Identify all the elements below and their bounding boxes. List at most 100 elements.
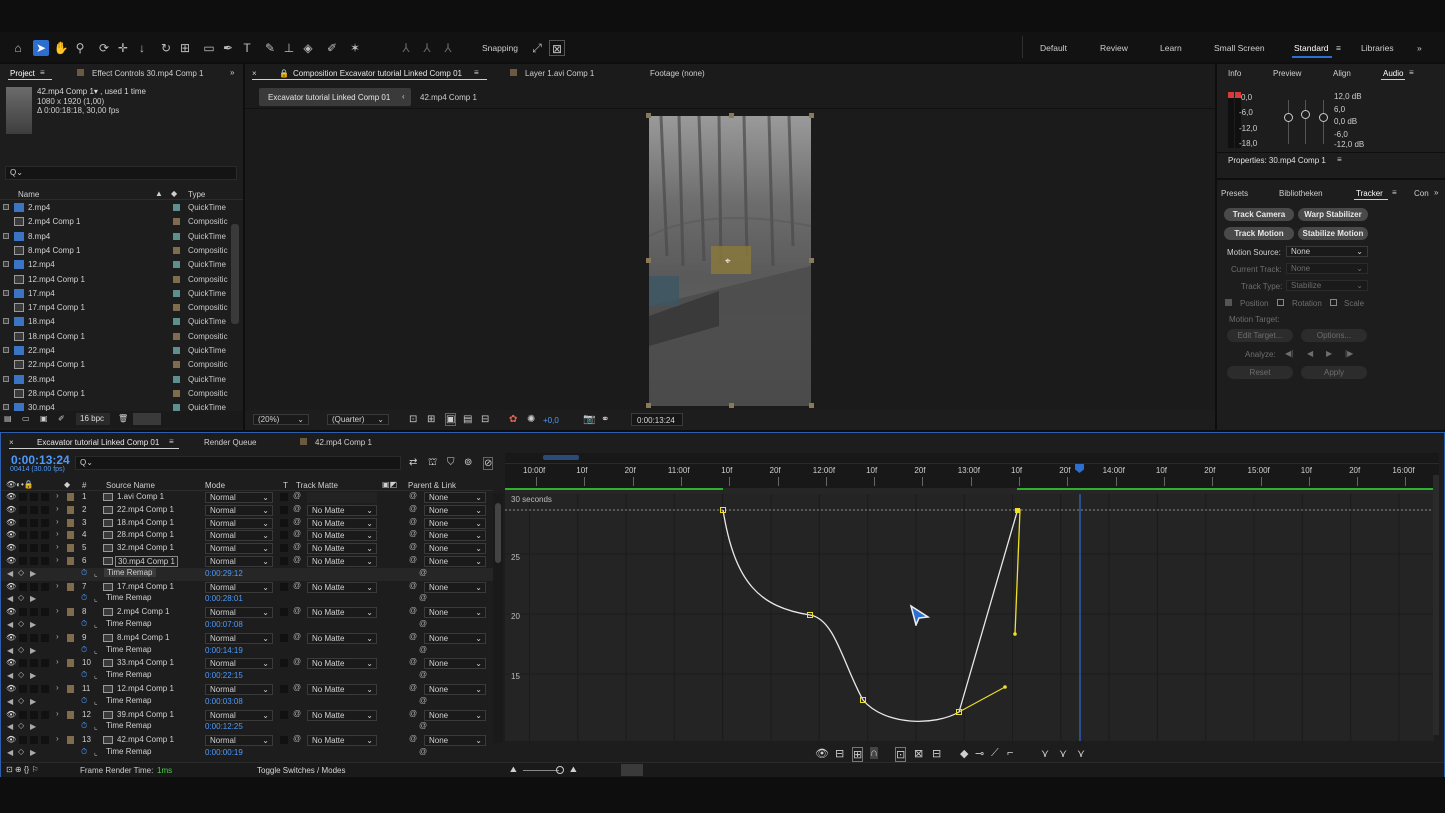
comp-menu-icon[interactable]: ≡: [474, 68, 479, 77]
parent-dropdown[interactable]: None ⌄: [424, 632, 486, 644]
chevron-right-icon[interactable]: ›: [56, 491, 59, 500]
layer-name[interactable]: 2.mp4 Comp 1: [117, 607, 169, 616]
lock-toggle[interactable]: [41, 531, 49, 540]
column-type[interactable]: Type: [188, 190, 205, 199]
layer-name[interactable]: 12.mp4 Comp 1: [117, 684, 174, 693]
close-tab-icon[interactable]: ×: [252, 69, 257, 78]
tab-presets[interactable]: Presets: [1221, 189, 1248, 198]
lock-toggle[interactable]: [41, 685, 49, 693]
label-swatch[interactable]: [173, 289, 180, 297]
eye-icon[interactable]: 👁: [6, 658, 16, 667]
frame-blending-icon[interactable]: ⊚: [464, 457, 472, 468]
anchor-point-icon[interactable]: ⌖: [725, 256, 731, 267]
project-item[interactable]: 12.mp4 QuickTime: [0, 258, 240, 272]
layer-row[interactable]: 👁 › 1 1.avi Comp 1 Normal ⌄ @ @ None ⌄: [1, 491, 493, 504]
blend-mode-dropdown[interactable]: Normal ⌄: [205, 581, 273, 593]
new-comp-icon[interactable]: ▣: [40, 414, 48, 423]
stopwatch-icon[interactable]: ⏱: [81, 619, 87, 629]
label-swatch[interactable]: [67, 633, 74, 642]
preserve-transparency-toggle[interactable]: [280, 557, 288, 565]
audio-slider-right[interactable]: [1319, 113, 1328, 122]
audio-toggle[interactable]: [19, 685, 27, 693]
pan-camera-icon[interactable]: ✛: [115, 40, 131, 56]
blend-mode-dropdown[interactable]: Normal ⌄: [205, 658, 273, 670]
tab-footage[interactable]: Footage (none): [650, 69, 705, 78]
track-matte-dropdown[interactable]: No Matte ⌄: [307, 684, 377, 695]
work-area-bar[interactable]: [505, 488, 723, 490]
show-snapshot-icon[interactable]: ⚭: [601, 414, 609, 425]
workspace-learn[interactable]: Learn: [1160, 43, 1182, 53]
prev-keyframe-icon[interactable]: ◀: [7, 722, 13, 731]
blend-mode-dropdown[interactable]: Normal ⌄: [205, 684, 273, 695]
layer-name[interactable]: 18.mp4 Comp 1: [117, 518, 174, 527]
next-keyframe-icon[interactable]: ▶: [30, 569, 36, 578]
analyze-back-all-icon[interactable]: ◀|: [1285, 349, 1293, 358]
panel-overflow-icon[interactable]: »: [1434, 188, 1438, 197]
parent-pickwhip-icon[interactable]: @: [409, 734, 417, 743]
label-swatch[interactable]: [173, 347, 180, 354]
workspace-default[interactable]: Default: [1040, 43, 1067, 53]
linear-icon[interactable]: ⟋: [991, 747, 999, 760]
pickwhip-icon[interactable]: @: [293, 517, 301, 526]
graph-icon[interactable]: ⌞: [94, 748, 98, 757]
exposure-value[interactable]: +0,0: [543, 416, 559, 425]
graph-icon[interactable]: ⌞: [94, 671, 98, 680]
eye-icon[interactable]: 👁: [6, 582, 16, 591]
label-swatch[interactable]: [173, 332, 180, 340]
selection-tool-icon[interactable]: ➤: [33, 40, 49, 56]
track-matte-dropdown[interactable]: No Matte ⌄: [307, 517, 377, 529]
tab-bibliotheken[interactable]: Bibliotheken: [1279, 189, 1323, 198]
snap-edges-icon[interactable]: ⤢: [529, 40, 545, 56]
parent-dropdown[interactable]: None ⌄: [424, 709, 486, 721]
preserve-transparency-toggle[interactable]: [280, 582, 288, 591]
pickwhip-icon[interactable]: @: [293, 491, 301, 500]
orbit-camera-icon[interactable]: ⟳: [96, 40, 112, 56]
eye-icon[interactable]: 👁: [6, 607, 16, 616]
lock-toggle[interactable]: [41, 659, 49, 668]
lock-toggle[interactable]: [41, 736, 49, 745]
preserve-transparency-toggle[interactable]: [280, 493, 288, 501]
eye-icon[interactable]: 👁: [6, 505, 16, 514]
axis-world-icon[interactable]: ⅄: [419, 40, 435, 56]
eye-icon[interactable]: 👁: [6, 543, 16, 552]
layer-row[interactable]: 👁 › 12 39.mp4 Comp 1 Normal ⌄ @ No Matte ⌄ @ None ⌄: [1, 709, 493, 722]
project-item[interactable]: 8.mp4 Comp 1 Compositic: [0, 244, 240, 258]
dolly-camera-icon[interactable]: ↓: [134, 40, 150, 56]
pen-tool-icon[interactable]: ✒: [220, 40, 236, 56]
parent-pickwhip-icon[interactable]: @: [409, 555, 417, 564]
audio-toggle[interactable]: [19, 608, 27, 617]
solo-toggle[interactable]: [30, 531, 38, 540]
time-remap-value[interactable]: 0:00:07:08: [205, 620, 243, 629]
prev-keyframe-icon[interactable]: ◀: [7, 646, 13, 655]
keyframe-point-selected[interactable]: [1015, 508, 1020, 513]
next-keyframe-icon[interactable]: ▶: [30, 646, 36, 655]
eye-icon[interactable]: 👁: [6, 735, 16, 744]
track-matte-dropdown[interactable]: No Matte ⌄: [307, 504, 377, 516]
tracker-menu-icon[interactable]: ≡: [1392, 188, 1397, 197]
project-menu-icon[interactable]: ≡: [40, 68, 45, 77]
timeline-timecode[interactable]: 0:00:13:24: [11, 453, 70, 467]
preserve-transparency-toggle[interactable]: [280, 531, 288, 540]
label-swatch[interactable]: [173, 404, 180, 411]
layer-row[interactable]: 👁 › 5 32.mp4 Comp 1 Normal ⌄ @ No Matte ⌄ @ None ⌄: [1, 542, 493, 555]
blend-mode-dropdown[interactable]: Normal ⌄: [205, 504, 273, 516]
time-ruler[interactable]: 10:00f 10f 20f 11:00f 10f 20f 12:00f 10f 20f 13:0…: [505, 453, 1439, 489]
solo-toggle[interactable]: [30, 608, 38, 617]
layer-row[interactable]: 👁 › 6 30.mp4 Comp 1 Normal ⌄ @ No Matte ⌄ @ None ⌄: [1, 555, 493, 568]
next-keyframe-icon[interactable]: ▶: [30, 697, 36, 706]
label-swatch[interactable]: [67, 518, 74, 527]
label-swatch[interactable]: [67, 710, 74, 719]
timeline-menu-icon[interactable]: ≡: [169, 437, 174, 446]
blend-mode-dropdown[interactable]: Normal ⌄: [205, 709, 273, 721]
track-matte-dropdown[interactable]: No Matte ⌄: [307, 581, 377, 593]
graph-icon[interactable]: ⌞: [94, 569, 98, 578]
reset-button[interactable]: Reset: [1227, 366, 1293, 379]
layer-row[interactable]: 👁 › 4 28.mp4 Comp 1 Normal ⌄ @ No Matte ⌄ @ None ⌄: [1, 529, 493, 542]
tab-effect-controls[interactable]: Effect Controls 30.mp4 Comp 1: [92, 69, 203, 78]
column-parent-link[interactable]: Parent & Link: [408, 481, 456, 490]
layer-row[interactable]: 👁 › 13 42.mp4 Comp 1 Normal ⌄ @ No Matte ⌄ @ None ⌄: [1, 734, 493, 747]
snap-features-icon[interactable]: ⊠: [549, 40, 565, 56]
tab-info[interactable]: Info: [1228, 69, 1241, 78]
lock-toggle[interactable]: [41, 582, 49, 591]
track-matte-dropdown[interactable]: No Matte ⌄: [307, 658, 377, 670]
